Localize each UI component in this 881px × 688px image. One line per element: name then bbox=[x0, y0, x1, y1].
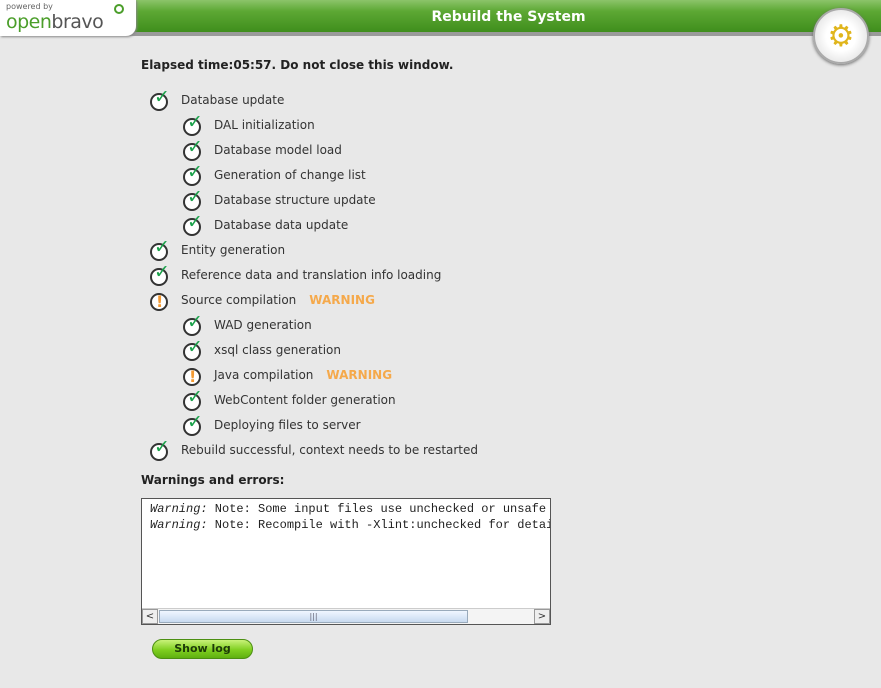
logo-powered-by: powered by bbox=[6, 2, 53, 11]
step-item: ✓ WebContent folder generation bbox=[182, 386, 396, 411]
step-label: Java compilation bbox=[214, 368, 314, 382]
check-icon: ✓ bbox=[182, 161, 204, 186]
step-label: Source compilation bbox=[181, 293, 297, 307]
step-item: ✓ Rebuild successful, context needs to be… bbox=[149, 436, 479, 461]
horizontal-scrollbar[interactable]: < ||| > bbox=[142, 608, 550, 624]
step-item: ✓ Generation of change list bbox=[182, 161, 366, 186]
step-item: ✓ Deploying files to server bbox=[182, 411, 361, 436]
step-label: Reference data and translation info load… bbox=[181, 268, 442, 282]
check-icon: ✓ bbox=[149, 236, 171, 261]
step-item: ✓ Reference data and translation info loa… bbox=[149, 261, 442, 286]
step-item: ✓ Database model load bbox=[182, 136, 342, 161]
header-bar: powered by openbravo Rebuild the System bbox=[0, 0, 881, 36]
check-icon: ✓ bbox=[182, 136, 204, 161]
warning-line: Warning: Note: Recompile with -Xlint:unc… bbox=[150, 518, 550, 532]
check-icon: ✓ bbox=[182, 311, 204, 336]
step-item: ✓ Database structure update bbox=[182, 186, 376, 211]
step-label: DAL initialization bbox=[214, 118, 315, 132]
step-item: ✓ Database data update bbox=[182, 211, 349, 236]
check-icon: ✓ bbox=[182, 336, 204, 361]
warning-badge: WARNING bbox=[309, 293, 375, 307]
scrollbar-thumb[interactable]: ||| bbox=[159, 610, 468, 623]
warnings-textarea[interactable]: Warning: Note: Some input files use unch… bbox=[141, 498, 551, 625]
gears-icon: ⚙ bbox=[813, 8, 869, 64]
elapsed-time: Elapsed time:05:57. Do not close this wi… bbox=[141, 58, 454, 72]
scroll-left-icon[interactable]: < bbox=[142, 609, 158, 624]
warning-icon: ! bbox=[149, 289, 171, 311]
step-label: Database structure update bbox=[214, 193, 376, 207]
check-icon: ✓ bbox=[149, 86, 171, 111]
scroll-right-icon[interactable]: > bbox=[534, 609, 550, 624]
page-title: Rebuild the System bbox=[431, 9, 586, 25]
step-label: Deploying files to server bbox=[214, 418, 361, 432]
check-icon: ✓ bbox=[182, 386, 204, 411]
warnings-heading: Warnings and errors: bbox=[141, 473, 285, 487]
check-icon: ✓ bbox=[149, 436, 171, 461]
step-item: ✓ DAL initialization bbox=[182, 111, 315, 136]
openbravo-logo: powered by openbravo bbox=[0, 0, 136, 36]
show-log-button[interactable]: Show log bbox=[152, 639, 253, 659]
check-icon: ✓ bbox=[182, 186, 204, 211]
step-label: WebContent folder generation bbox=[214, 393, 396, 407]
check-icon: ✓ bbox=[182, 211, 204, 236]
step-label: Rebuild successful, context needs to be … bbox=[181, 443, 479, 457]
check-icon: ✓ bbox=[182, 111, 204, 136]
step-item: ! Java compilation WARNING bbox=[182, 364, 392, 386]
step-label: Generation of change list bbox=[214, 168, 366, 182]
warning-badge: WARNING bbox=[326, 368, 393, 382]
step-label: Entity generation bbox=[181, 243, 286, 257]
step-label: Database update bbox=[181, 93, 285, 107]
warning-icon: ! bbox=[182, 364, 204, 386]
warning-line: Warning: Note: Some input files use unch… bbox=[150, 502, 550, 516]
step-item: ✓ xsql class generation bbox=[182, 336, 341, 361]
step-item: ✓ WAD generation bbox=[182, 311, 312, 336]
step-label: Database data update bbox=[214, 218, 349, 232]
step-label: xsql class generation bbox=[214, 343, 341, 357]
step-label: Database model load bbox=[214, 143, 342, 157]
check-icon: ✓ bbox=[149, 261, 171, 286]
step-item: ! Source compilation WARNING bbox=[149, 289, 375, 311]
check-icon: ✓ bbox=[182, 411, 204, 436]
step-label: WAD generation bbox=[214, 318, 312, 332]
logo-swirl-icon bbox=[114, 4, 124, 14]
logo-wordmark: openbravo bbox=[6, 11, 104, 33]
step-item: ✓ Entity generation bbox=[149, 236, 286, 261]
step-item: ✓ Database update bbox=[149, 86, 285, 111]
